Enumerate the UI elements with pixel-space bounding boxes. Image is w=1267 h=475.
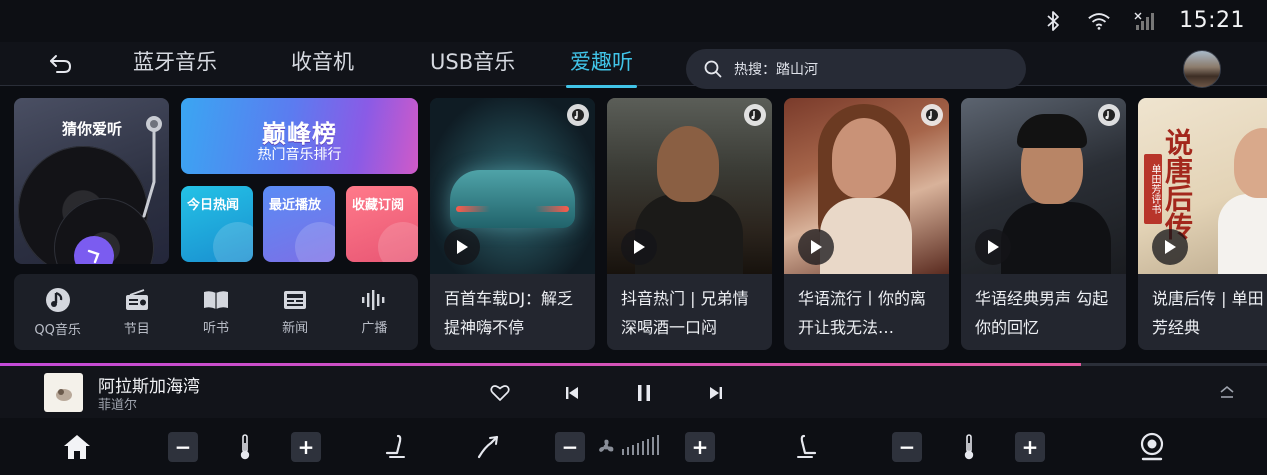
category-label: 听书 [202, 320, 229, 336]
fan-speed-increase-button[interactable]: + [685, 432, 715, 462]
tab-usb-music[interactable]: USB音乐 [430, 46, 515, 82]
category-bar: QQ音乐 节目 听书 新闻 广播 [14, 274, 418, 350]
category-audiobook[interactable]: 听书 [184, 289, 248, 336]
play-icon[interactable] [621, 229, 657, 265]
next-button[interactable] [703, 380, 729, 406]
status-bar: 15:21 [0, 0, 1267, 42]
seat-icon [385, 434, 405, 458]
category-news[interactable]: 新闻 [263, 289, 327, 336]
skip-next-icon [710, 387, 722, 399]
camera-icon [1140, 432, 1164, 461]
pause-icon [638, 385, 650, 401]
passenger-temp-increase-button[interactable]: + [1015, 432, 1045, 462]
album-card-dj[interactable]: 百首车载DJ：解乏提神嗨不停 [430, 98, 595, 350]
tab-radio[interactable]: 收音机 [291, 46, 354, 82]
airflow-icon [477, 435, 499, 459]
airflow-direction-button[interactable] [470, 430, 504, 464]
today-news-label: 今日热闻 [187, 198, 240, 213]
passenger-thermometer-icon [952, 430, 986, 464]
driver-temp-decrease-button[interactable]: − [168, 432, 198, 462]
play-icon[interactable] [444, 229, 480, 265]
driver-seat-heat-button[interactable] [378, 430, 412, 464]
favorites-label: 收藏订阅 [352, 198, 405, 213]
qq-music-badge-icon [1098, 104, 1120, 126]
pause-button[interactable] [631, 380, 657, 406]
album-title: 说唐后传 | 单田芳经典 [1152, 289, 1264, 337]
camera-button[interactable] [1135, 430, 1169, 464]
tab-bluetooth-music[interactable]: 蓝牙音乐 [133, 46, 217, 82]
now-playing-artist: 菲道尔 [98, 398, 138, 413]
radio-icon [125, 288, 148, 310]
album-card-mandopop[interactable]: 华语流行丨你的离开让我无法… [784, 98, 949, 350]
category-label: 广播 [361, 320, 388, 336]
qq-music-badge-icon [921, 104, 943, 126]
top-chart-card[interactable]: 巅峰榜 热门音乐排行 [181, 98, 418, 174]
guess-title: 猜你爱听 [62, 120, 123, 138]
driver-temp-increase-button[interactable]: + [291, 432, 321, 462]
album-title: 华语流行丨你的离开让我无法… [798, 289, 927, 337]
category-broadcast[interactable]: 广播 [342, 289, 406, 336]
category-program[interactable]: 节目 [105, 288, 169, 337]
category-label: 节目 [123, 321, 150, 337]
news-icon [284, 290, 307, 309]
album-cover-seal: 单田芳评书 [1144, 154, 1162, 224]
book-icon [203, 290, 228, 309]
recent-play-label: 最近播放 [269, 198, 322, 213]
chevron-up-icon [1220, 385, 1234, 398]
search-hot-text: 热搜：踏山河 [734, 62, 818, 78]
climate-bar: − + − + − + [0, 418, 1267, 475]
heart-icon [490, 385, 510, 401]
qq-music-badge-icon [567, 104, 589, 126]
fan-speed-indicator [596, 430, 666, 464]
search-input[interactable]: 热搜：踏山河 [686, 49, 1026, 89]
tonearm-icon [142, 116, 162, 218]
album-card-storytelling[interactable]: 说唐后传 单田芳评书 说唐后传 | 单田芳经典 [1138, 98, 1267, 350]
expand-player-button[interactable] [1216, 382, 1238, 402]
album-cover-title: 说唐后传 [1161, 128, 1194, 240]
play-icon[interactable] [798, 229, 834, 265]
skip-previous-icon [566, 387, 578, 399]
qq-music-badge-icon [744, 104, 766, 126]
album-card-douyin[interactable]: 抖音热门 | 兄弟情深喝酒一口闷 [607, 98, 772, 350]
like-button[interactable] [487, 380, 513, 406]
album-title: 抖音热门 | 兄弟情深喝酒一口闷 [621, 289, 749, 337]
wifi-icon [1087, 9, 1111, 33]
mini-player: 阿拉斯加海湾 菲道尔 [0, 366, 1267, 418]
now-playing-cover[interactable] [44, 373, 83, 412]
category-label: QQ音乐 [34, 322, 81, 338]
album-card-classic-male[interactable]: 华语经典男声 勾起你的回忆 [961, 98, 1126, 350]
clock: 15:21 [1179, 8, 1245, 33]
album-title: 百首车载DJ：解乏提神嗨不停 [444, 289, 574, 337]
back-button[interactable] [46, 50, 76, 78]
favorites-card[interactable]: 收藏订阅 [346, 186, 418, 262]
album-title: 华语经典男声 勾起你的回忆 [975, 289, 1109, 337]
home-button[interactable] [60, 430, 94, 464]
fan-icon [599, 435, 659, 455]
driver-thermometer-icon [228, 430, 262, 464]
passenger-temp-decrease-button[interactable]: − [892, 432, 922, 462]
today-news-card[interactable]: 今日热闻 [181, 186, 253, 262]
broadcast-icon [362, 289, 385, 310]
fan-speed-decrease-button[interactable]: − [555, 432, 585, 462]
guess-you-like-card[interactable]: 猜你爱听 [14, 98, 169, 264]
signal-icon [1133, 9, 1157, 33]
play-icon[interactable] [975, 229, 1011, 265]
bluetooth-icon [1041, 9, 1065, 33]
home-icon [64, 435, 90, 459]
seat-icon [797, 434, 817, 458]
search-icon [704, 60, 722, 78]
recent-play-card[interactable]: 最近播放 [263, 186, 335, 262]
passenger-seat-heat-button[interactable] [790, 430, 824, 464]
category-qq-music[interactable]: QQ音乐 [26, 287, 90, 338]
qq-music-icon [45, 287, 70, 312]
previous-button[interactable] [559, 380, 585, 406]
play-icon[interactable] [1152, 229, 1188, 265]
user-avatar[interactable] [1183, 50, 1221, 88]
category-label: 新闻 [282, 320, 309, 336]
tab-aiqu-listen[interactable]: 爱趣听 [566, 46, 637, 88]
back-arrow-icon [50, 55, 72, 73]
top-chart-subtitle: 热门音乐排行 [257, 147, 342, 163]
tab-bar: 蓝牙音乐 收音机 USB音乐 爱趣听 热搜：踏山河 [0, 42, 1267, 89]
